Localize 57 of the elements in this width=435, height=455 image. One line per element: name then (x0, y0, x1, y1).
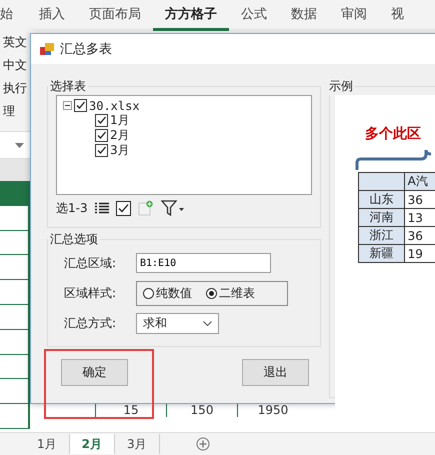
list-icon[interactable] (94, 202, 109, 214)
dropdown-icon (15, 142, 24, 148)
checkbox[interactable] (95, 114, 108, 127)
tree-item[interactable]: 2月 (110, 127, 130, 144)
ribbon-tab[interactable]: 插入 (27, 0, 77, 31)
table-cell (358, 172, 404, 190)
table-cell: 36 (404, 190, 435, 208)
group-title: 示例 (328, 78, 354, 95)
field-label: 汇总方式: (64, 314, 118, 332)
ribbon-tab[interactable]: 公式 (229, 0, 279, 31)
method-dropdown[interactable]: 求和 (136, 312, 219, 334)
filter-icon[interactable] (160, 200, 185, 216)
chevron-down-icon (203, 320, 212, 326)
radio-option[interactable]: 二维表 (206, 284, 255, 302)
add-sheet-icon[interactable] (196, 437, 210, 451)
sheet-tab[interactable]: 3月 (115, 434, 160, 454)
ribbon-tab[interactable]: 始 (0, 0, 27, 31)
ribbon-command[interactable]: 理 (0, 100, 30, 123)
dialog-button[interactable]: 确定 (61, 359, 128, 386)
selection-range-label: 选1-3 (56, 200, 88, 216)
table-cell: 19 (404, 244, 435, 262)
ribbon-tab[interactable]: 数据 (279, 0, 329, 31)
checkbox[interactable] (95, 144, 108, 157)
table-cell: 新疆 (358, 244, 404, 262)
table-cell: 36 (404, 226, 435, 244)
group-title: 汇总选项 (49, 231, 99, 248)
dialog-button[interactable]: 退出 (242, 359, 309, 386)
checkbox[interactable] (74, 99, 87, 112)
checkbox-icon[interactable] (116, 200, 131, 216)
tree-item[interactable]: 3月 (110, 142, 130, 159)
table-cell: 浙江 (358, 226, 404, 244)
ribbon-command[interactable]: 中文 (0, 54, 30, 77)
table-cell: A汽 (404, 172, 435, 190)
name-box[interactable] (0, 131, 30, 159)
ribbon-tab[interactable]: 页面布局 (77, 0, 153, 31)
ribbon-command[interactable]: 执行 (0, 77, 30, 100)
window-title: 汇总多表 (60, 41, 112, 58)
radio-option[interactable]: 纯数值 (143, 284, 192, 302)
ribbon-command[interactable]: 英文 (0, 31, 30, 54)
sheet-tab[interactable]: 2月 (70, 434, 115, 454)
range-input[interactable]: B1:E10 (136, 253, 271, 273)
radio-button[interactable] (206, 288, 217, 298)
table-cell: 山东 (358, 190, 404, 208)
app-icon (40, 42, 54, 56)
ribbon-tab[interactable]: 视 (379, 0, 416, 31)
group-title: 选择表 (49, 78, 87, 95)
radio-button[interactable] (143, 288, 154, 298)
tree-item[interactable]: 30.xlsx (89, 98, 140, 112)
table-cell: 河南 (358, 208, 404, 226)
tree-item[interactable]: 1月 (110, 112, 130, 129)
example-heading: 多个此区 (364, 125, 422, 143)
checkbox[interactable] (95, 129, 108, 142)
table-cell: 13 (404, 208, 435, 226)
field-label: 汇总区域: (64, 254, 118, 272)
ribbon-tab[interactable]: 审阅 (329, 0, 379, 31)
field-label: 区域样式: (64, 284, 118, 302)
collapse-icon[interactable] (63, 101, 72, 110)
